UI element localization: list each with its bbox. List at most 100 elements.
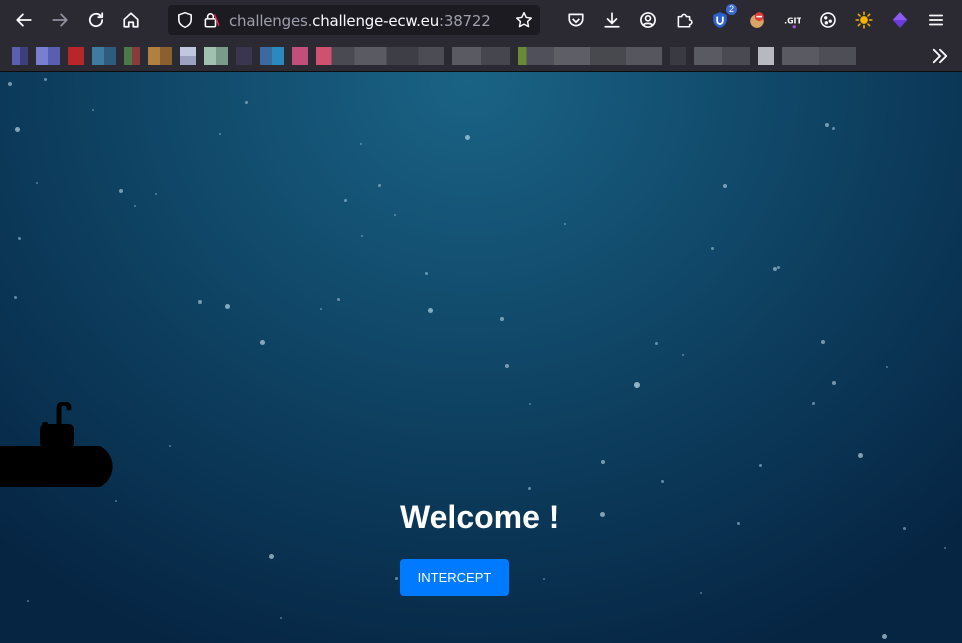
bookmark-item[interactable] xyxy=(68,47,84,65)
bubble xyxy=(903,527,906,530)
bookmark-star-icon[interactable] xyxy=(515,11,533,29)
bubble xyxy=(737,522,740,525)
bubble xyxy=(44,78,47,81)
bubble xyxy=(832,381,836,385)
bubble xyxy=(600,512,605,517)
bubble xyxy=(361,235,363,237)
bubble xyxy=(260,340,265,345)
noscript-icon[interactable] xyxy=(745,8,769,32)
bubble xyxy=(825,123,829,127)
extensions-icon[interactable] xyxy=(672,8,696,32)
browser-toolbar: challenges.challenge-ecw.eu:38722 2 .GIT xyxy=(0,0,962,40)
bubble xyxy=(882,634,887,639)
bookmarks-toolbar xyxy=(0,40,962,72)
bookmark-item[interactable] xyxy=(316,47,444,65)
bubble xyxy=(700,592,702,594)
bubble xyxy=(682,354,684,356)
bookmark-item[interactable] xyxy=(12,47,28,65)
url-port: :38722 xyxy=(439,12,491,30)
bookmark-item[interactable] xyxy=(260,47,284,65)
tracking-shield-icon[interactable] xyxy=(176,11,194,29)
bookmark-item[interactable] xyxy=(204,47,228,65)
bubble xyxy=(169,445,171,447)
bubble xyxy=(14,296,17,299)
bubble xyxy=(115,500,117,502)
bookmark-item[interactable] xyxy=(180,47,196,65)
bookmark-item[interactable] xyxy=(236,47,252,65)
bubble xyxy=(465,135,470,140)
bubble xyxy=(528,487,531,490)
downloads-icon[interactable] xyxy=(600,8,624,32)
svg-text:.GIT: .GIT xyxy=(784,16,801,25)
bookmark-item[interactable] xyxy=(758,47,774,65)
bubble xyxy=(529,403,531,405)
bubble xyxy=(320,308,322,310)
bubble xyxy=(832,127,835,130)
url-subdomain: challenges. xyxy=(229,12,313,30)
bookmark-item[interactable] xyxy=(518,47,662,65)
bubble xyxy=(723,184,727,188)
bubble xyxy=(812,402,815,405)
gif-extension-icon[interactable]: .GIT xyxy=(780,8,804,32)
bubble xyxy=(119,189,123,193)
bubble xyxy=(269,554,274,559)
bookmark-item[interactable] xyxy=(148,47,172,65)
bubble xyxy=(280,617,282,619)
home-icon[interactable] xyxy=(119,8,143,32)
bubble xyxy=(134,205,136,207)
bubble xyxy=(564,223,566,225)
bubble xyxy=(634,382,640,388)
bubble xyxy=(944,547,946,549)
bookmark-item[interactable] xyxy=(124,47,140,65)
ublock-icon[interactable]: 2 xyxy=(708,4,737,32)
bubble xyxy=(500,317,504,321)
bubble xyxy=(245,101,248,104)
bubble xyxy=(655,342,658,345)
cookie-icon[interactable] xyxy=(816,8,840,32)
menu-icon[interactable] xyxy=(924,8,948,32)
bookmark-item[interactable] xyxy=(694,47,750,65)
bubble xyxy=(219,133,221,135)
bubble xyxy=(27,600,29,602)
bookmark-item[interactable] xyxy=(670,47,686,65)
reload-icon[interactable] xyxy=(84,8,108,32)
extension-badge: 2 xyxy=(725,4,737,15)
sun-theme-icon[interactable] xyxy=(852,8,876,32)
bubble xyxy=(92,109,94,111)
submarine-icon xyxy=(0,402,113,487)
bubble xyxy=(395,577,398,580)
url-text[interactable]: challenges.challenge-ecw.eu:38722 xyxy=(229,12,491,30)
bookmark-item[interactable] xyxy=(292,47,308,65)
url-bar[interactable]: challenges.challenge-ecw.eu:38722 xyxy=(168,5,540,35)
insecure-lock-icon[interactable] xyxy=(202,11,220,29)
bubble xyxy=(661,480,664,483)
bubble xyxy=(711,247,714,250)
account-icon[interactable] xyxy=(636,8,660,32)
url-domain: challenge-ecw.eu xyxy=(312,12,440,30)
bookmark-item[interactable] xyxy=(452,47,510,65)
bubble xyxy=(394,214,396,216)
bubble xyxy=(425,272,428,275)
chevron-double-right-icon[interactable] xyxy=(930,46,950,66)
bubble xyxy=(155,193,157,195)
bubble xyxy=(759,464,762,467)
pocket-icon[interactable] xyxy=(564,8,588,32)
purple-gem-icon[interactable] xyxy=(888,8,912,32)
bubble xyxy=(886,366,888,368)
bubble xyxy=(428,308,433,313)
bubble xyxy=(378,184,381,187)
bubble xyxy=(344,199,347,202)
bookmark-item[interactable] xyxy=(36,47,60,65)
welcome-heading: Welcome ! xyxy=(400,499,560,535)
forward-icon[interactable] xyxy=(48,8,72,32)
bubble xyxy=(337,298,340,301)
bubble xyxy=(225,304,230,309)
back-icon[interactable] xyxy=(12,8,36,32)
intercept-button[interactable]: INTERCEPT xyxy=(400,559,509,596)
bubble xyxy=(198,300,202,304)
bookmark-item[interactable] xyxy=(92,47,116,65)
bookmark-item[interactable] xyxy=(782,47,856,65)
page-content: Welcome ! INTERCEPT xyxy=(0,72,962,643)
bubble xyxy=(821,340,825,344)
bubble xyxy=(15,127,20,132)
